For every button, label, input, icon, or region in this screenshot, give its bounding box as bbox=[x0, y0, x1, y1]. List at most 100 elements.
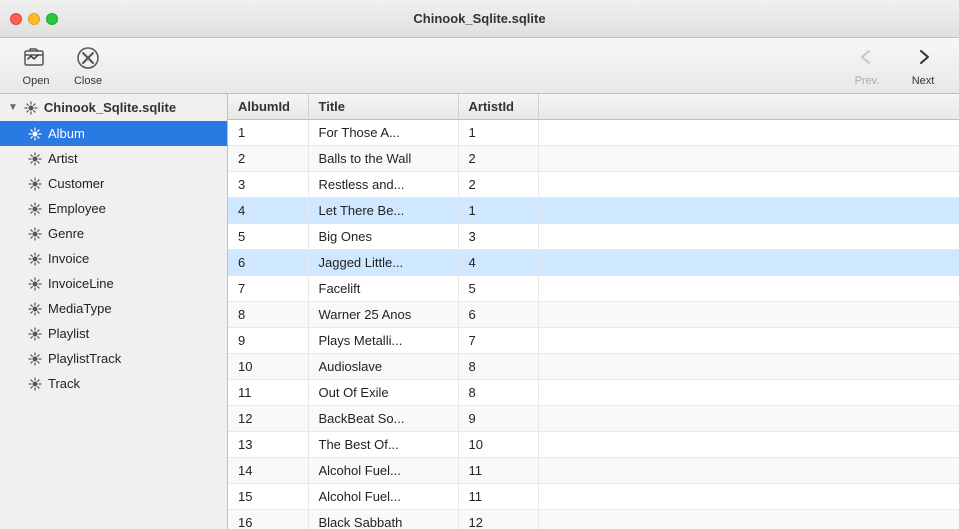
cell-artistid: 10 bbox=[458, 432, 538, 458]
cell-title: Big Ones bbox=[308, 224, 458, 250]
sidebar-item-customer[interactable]: Customer bbox=[0, 171, 227, 196]
sidebar-item-label: Customer bbox=[48, 176, 104, 191]
gear-icon bbox=[28, 177, 42, 191]
gear-icon bbox=[28, 352, 42, 366]
minimize-button[interactable] bbox=[28, 13, 40, 25]
close-table-button[interactable]: Close bbox=[62, 40, 114, 91]
table-row[interactable]: 6Jagged Little...4 bbox=[228, 250, 959, 276]
table-row[interactable]: 5Big Ones3 bbox=[228, 224, 959, 250]
sidebar-item-label: MediaType bbox=[48, 301, 112, 316]
cell-extra bbox=[538, 510, 959, 529]
table-row[interactable]: 9Plays Metalli...7 bbox=[228, 328, 959, 354]
sidebar-item-track[interactable]: Track bbox=[0, 371, 227, 396]
table-row[interactable]: 3Restless and...2 bbox=[228, 172, 959, 198]
sidebar-item-genre[interactable]: Genre bbox=[0, 221, 227, 246]
table-body: 1For Those A...12Balls to the Wall23Rest… bbox=[228, 120, 959, 529]
next-button[interactable]: Next bbox=[897, 41, 949, 91]
table-row[interactable]: 15Alcohol Fuel...11 bbox=[228, 484, 959, 510]
cell-artistid: 2 bbox=[458, 172, 538, 198]
cell-albumid: 9 bbox=[228, 328, 308, 354]
cell-title: Alcohol Fuel... bbox=[308, 484, 458, 510]
sidebar-item-mediatype[interactable]: MediaType bbox=[0, 296, 227, 321]
db-header[interactable]: ▼ Chinook_Sqlite.sqlite bbox=[0, 94, 227, 121]
gear-icon bbox=[28, 302, 42, 316]
table-row[interactable]: 16Black Sabbath12 bbox=[228, 510, 959, 529]
sidebar-item-label: Album bbox=[48, 126, 85, 141]
col-header-artistid: ArtistId bbox=[458, 94, 538, 120]
cell-title: Audioslave bbox=[308, 354, 458, 380]
cell-artistid: 5 bbox=[458, 276, 538, 302]
cell-albumid: 7 bbox=[228, 276, 308, 302]
titlebar: Chinook_Sqlite.sqlite bbox=[0, 0, 959, 38]
next-icon bbox=[911, 45, 935, 72]
cell-extra bbox=[538, 484, 959, 510]
table-row[interactable]: 7Facelift5 bbox=[228, 276, 959, 302]
sidebar-item-invoice[interactable]: Invoice bbox=[0, 246, 227, 271]
next-label: Next bbox=[912, 75, 935, 87]
cell-extra bbox=[538, 328, 959, 354]
table-row[interactable]: 10Audioslave8 bbox=[228, 354, 959, 380]
cell-title: Plays Metalli... bbox=[308, 328, 458, 354]
sidebar-item-label: Genre bbox=[48, 226, 84, 241]
cell-albumid: 10 bbox=[228, 354, 308, 380]
sidebar-item-album[interactable]: Album bbox=[0, 121, 227, 146]
table-row[interactable]: 13The Best Of...10 bbox=[228, 432, 959, 458]
cell-title: Facelift bbox=[308, 276, 458, 302]
cell-artistid: 3 bbox=[458, 224, 538, 250]
cell-extra bbox=[538, 172, 959, 198]
cell-albumid: 8 bbox=[228, 302, 308, 328]
table-row[interactable]: 8Warner 25 Anos6 bbox=[228, 302, 959, 328]
cell-title: The Best Of... bbox=[308, 432, 458, 458]
gear-icon bbox=[28, 277, 42, 291]
cell-extra bbox=[538, 120, 959, 146]
sidebar-item-invoiceline[interactable]: InvoiceLine bbox=[0, 271, 227, 296]
prev-label: Prev. bbox=[855, 75, 880, 87]
cell-extra bbox=[538, 458, 959, 484]
col-header-extra bbox=[538, 94, 959, 120]
table-wrapper[interactable]: AlbumId Title ArtistId 1For Those A...12… bbox=[228, 94, 959, 529]
table-row[interactable]: 4Let There Be...1 bbox=[228, 198, 959, 224]
cell-artistid: 8 bbox=[458, 354, 538, 380]
close-button[interactable] bbox=[10, 13, 22, 25]
col-header-albumid: AlbumId bbox=[228, 94, 308, 120]
close-icon bbox=[74, 44, 102, 72]
table-row[interactable]: 2Balls to the Wall2 bbox=[228, 146, 959, 172]
toolbar: Open Close Prev. bbox=[0, 38, 959, 94]
table-row[interactable]: 1For Those A...1 bbox=[228, 120, 959, 146]
db-gear-icon bbox=[24, 101, 38, 115]
prev-icon bbox=[855, 45, 879, 72]
table-row[interactable]: 11Out Of Exile8 bbox=[228, 380, 959, 406]
cell-artistid: 2 bbox=[458, 146, 538, 172]
cell-artistid: 4 bbox=[458, 250, 538, 276]
table-row[interactable]: 12BackBeat So...9 bbox=[228, 406, 959, 432]
window-title: Chinook_Sqlite.sqlite bbox=[413, 11, 545, 26]
main-area: ▼ Chinook_Sqlite.sqlite Album Artist Cus… bbox=[0, 94, 959, 529]
cell-extra bbox=[538, 224, 959, 250]
cell-extra bbox=[538, 198, 959, 224]
data-table: AlbumId Title ArtistId 1For Those A...12… bbox=[228, 94, 959, 529]
cell-artistid: 12 bbox=[458, 510, 538, 529]
sidebar-item-playlisttrack[interactable]: PlaylistTrack bbox=[0, 346, 227, 371]
maximize-button[interactable] bbox=[46, 13, 58, 25]
table-header-row: AlbumId Title ArtistId bbox=[228, 94, 959, 120]
cell-albumid: 2 bbox=[228, 146, 308, 172]
cell-title: For Those A... bbox=[308, 120, 458, 146]
cell-albumid: 1 bbox=[228, 120, 308, 146]
sidebar-item-artist[interactable]: Artist bbox=[0, 146, 227, 171]
sidebar-item-label: PlaylistTrack bbox=[48, 351, 121, 366]
table-row[interactable]: 14Alcohol Fuel...11 bbox=[228, 458, 959, 484]
sidebar-item-employee[interactable]: Employee bbox=[0, 196, 227, 221]
sidebar-item-playlist[interactable]: Playlist bbox=[0, 321, 227, 346]
cell-extra bbox=[538, 432, 959, 458]
sidebar-item-label: Track bbox=[48, 376, 80, 391]
cell-extra bbox=[538, 380, 959, 406]
sidebar-item-label: Invoice bbox=[48, 251, 89, 266]
open-button[interactable]: Open bbox=[10, 40, 62, 91]
cell-artistid: 11 bbox=[458, 484, 538, 510]
cell-title: Alcohol Fuel... bbox=[308, 458, 458, 484]
cell-extra bbox=[538, 146, 959, 172]
prev-button[interactable]: Prev. bbox=[841, 41, 893, 91]
cell-albumid: 3 bbox=[228, 172, 308, 198]
chevron-down-icon: ▼ bbox=[8, 102, 18, 113]
sidebar-item-label: Artist bbox=[48, 151, 78, 166]
